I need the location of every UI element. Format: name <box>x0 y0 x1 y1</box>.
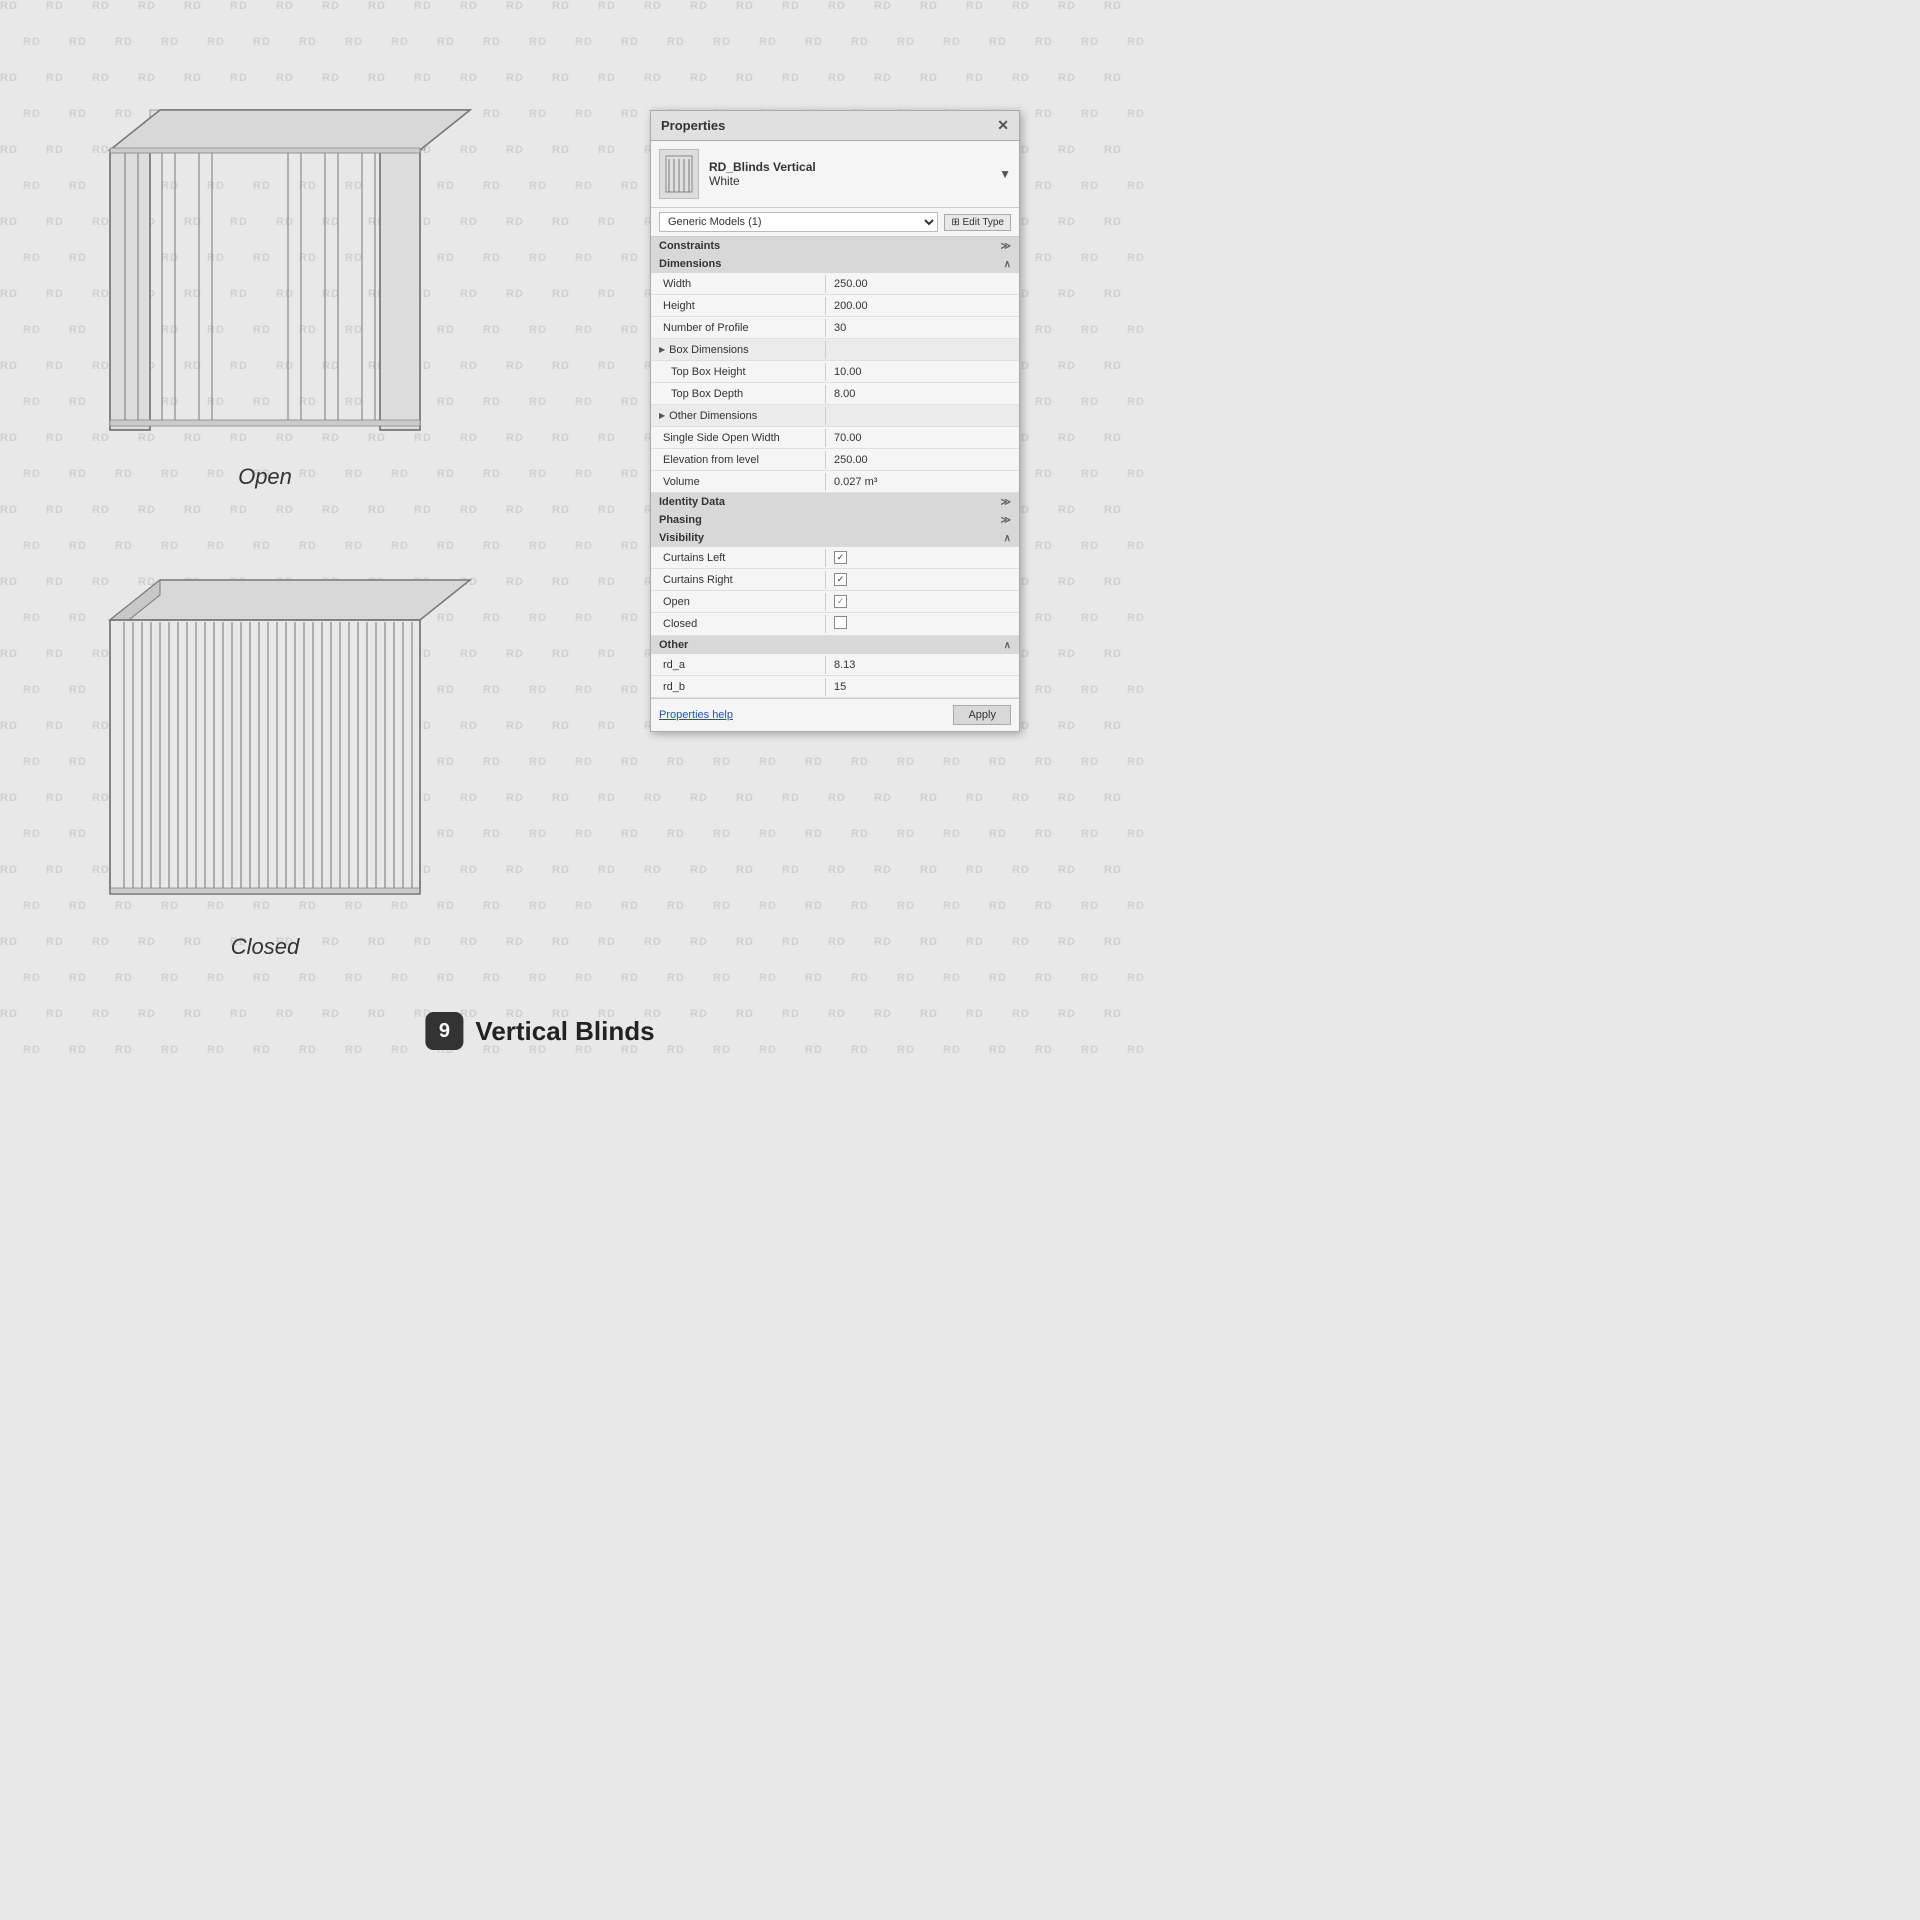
single-side-open-width-value[interactable]: 70.00 <box>826 429 1019 447</box>
visibility-label: Visibility <box>659 532 704 544</box>
number-badge: 9 <box>425 1012 463 1050</box>
blind-open-svg <box>50 60 480 500</box>
footer-title: Vertical Blinds <box>475 1016 654 1047</box>
open-label: Open <box>238 464 292 490</box>
volume-value: 0.027 m³ <box>826 473 1019 491</box>
object-name: RD_Blinds Vertical <box>709 160 999 174</box>
type-row: Generic Models (1) ⊞ Edit Type <box>651 208 1019 237</box>
curtains-right-value[interactable] <box>826 570 1019 589</box>
panel-bottom: Properties help Apply <box>651 698 1019 731</box>
elevation-label: Elevation from level <box>651 451 826 469</box>
constraints-label: Constraints <box>659 240 720 252</box>
panel-title: Properties <box>661 118 725 133</box>
top-box-height-value[interactable]: 10.00 <box>826 363 1019 381</box>
number-of-profile-label: Number of Profile <box>651 319 826 337</box>
closed-checkbox[interactable] <box>834 616 847 629</box>
curtains-right-row: Curtains Right <box>651 569 1019 591</box>
rd-b-label: rd_b <box>651 678 826 696</box>
open-value[interactable] <box>826 592 1019 611</box>
object-thumbnail <box>659 149 699 199</box>
constraints-section-header: Constraints ≫ <box>651 237 1019 255</box>
rd-b-value[interactable]: 15 <box>826 678 1019 696</box>
other-section-header: Other ∧ <box>651 636 1019 654</box>
curtains-left-checkbox[interactable] <box>834 551 847 564</box>
rd-a-value[interactable]: 8.13 <box>826 656 1019 674</box>
height-row: Height 200.00 <box>651 295 1019 317</box>
top-box-depth-row: Top Box Depth 8.00 <box>651 383 1019 405</box>
rd-b-row: rd_b 15 <box>651 676 1019 698</box>
number-of-profile-row: Number of Profile 30 <box>651 317 1019 339</box>
height-value[interactable]: 200.00 <box>826 297 1019 315</box>
top-box-height-row: Top Box Height 10.00 <box>651 361 1019 383</box>
object-subname: White <box>709 174 999 188</box>
diagrams-area: Open <box>30 40 520 1020</box>
properties-panel: Properties ✕ RD_Blinds Vertical White ▼ <box>650 110 1020 732</box>
curtains-left-label: Curtains Left <box>651 549 826 567</box>
box-dimensions-label: Box Dimensions <box>669 344 748 356</box>
object-row: RD_Blinds Vertical White ▼ <box>651 141 1019 208</box>
other-label: Other <box>659 639 688 651</box>
other-collapse-icon[interactable]: ∧ <box>1004 640 1011 651</box>
footer: 9 Vertical Blinds <box>425 1012 654 1050</box>
identity-data-section-header: Identity Data ≫ <box>651 493 1019 511</box>
closed-value[interactable] <box>826 613 1019 635</box>
height-label: Height <box>651 297 826 315</box>
elevation-row: Elevation from level 250.00 <box>651 449 1019 471</box>
volume-row: Volume 0.027 m³ <box>651 471 1019 493</box>
top-box-depth-label: Top Box Depth <box>651 385 826 403</box>
box-dimensions-row[interactable]: ▶ Box Dimensions <box>651 339 1019 361</box>
curtains-left-value[interactable] <box>826 548 1019 567</box>
dimensions-label: Dimensions <box>659 258 721 270</box>
blind-open-container: Open <box>50 60 480 500</box>
closed-label-prop: Closed <box>651 615 826 633</box>
width-value[interactable]: 250.00 <box>826 275 1019 293</box>
phasing-label: Phasing <box>659 514 702 526</box>
open-row: Open <box>651 591 1019 613</box>
blind-closed-svg <box>50 530 480 970</box>
top-box-height-label: Top Box Height <box>651 363 826 381</box>
object-info: RD_Blinds Vertical White <box>709 160 999 188</box>
blind-closed-container: Closed <box>50 530 480 970</box>
box-dimensions-expand: ▶ Box Dimensions <box>651 341 826 359</box>
main-content: // Generate watermark RD text const wbg … <box>0 0 1080 1080</box>
edit-type-button[interactable]: ⊞ Edit Type <box>944 214 1011 231</box>
open-checkbox[interactable] <box>834 595 847 608</box>
other-dimensions-label: Other Dimensions <box>669 410 757 422</box>
volume-label: Volume <box>651 473 826 491</box>
closed-label: Closed <box>231 934 299 960</box>
other-dimensions-row[interactable]: ▶ Other Dimensions <box>651 405 1019 427</box>
rd-a-label: rd_a <box>651 656 826 674</box>
width-label: Width <box>651 275 826 293</box>
curtains-right-label: Curtains Right <box>651 571 826 589</box>
panel-header: Properties ✕ <box>651 111 1019 141</box>
phasing-collapse-icon[interactable]: ≫ <box>1001 515 1011 526</box>
elevation-value[interactable]: 250.00 <box>826 451 1019 469</box>
dimensions-section-header: Dimensions ∧ <box>651 255 1019 273</box>
apply-button[interactable]: Apply <box>953 705 1011 725</box>
top-box-depth-value[interactable]: 8.00 <box>826 385 1019 403</box>
type-selector[interactable]: Generic Models (1) <box>659 212 938 232</box>
single-side-open-width-row: Single Side Open Width 70.00 <box>651 427 1019 449</box>
rd-a-row: rd_a 8.13 <box>651 654 1019 676</box>
single-side-open-width-label: Single Side Open Width <box>651 429 826 447</box>
phasing-section-header: Phasing ≫ <box>651 511 1019 529</box>
width-row: Width 250.00 <box>651 273 1019 295</box>
other-dimensions-expand: ▶ Other Dimensions <box>651 407 826 425</box>
dimensions-collapse-icon[interactable]: ∧ <box>1004 259 1011 270</box>
curtains-left-row: Curtains Left <box>651 547 1019 569</box>
open-label-prop: Open <box>651 593 826 611</box>
identity-data-label: Identity Data <box>659 496 725 508</box>
visibility-collapse-icon[interactable]: ∧ <box>1004 533 1011 544</box>
number-of-profile-value[interactable]: 30 <box>826 319 1019 337</box>
constraints-collapse-icon[interactable]: ≫ <box>1001 241 1011 252</box>
closed-row: Closed <box>651 613 1019 636</box>
properties-help-link[interactable]: Properties help <box>659 709 733 721</box>
dropdown-arrow-icon: ▼ <box>999 167 1011 181</box>
curtains-right-checkbox[interactable] <box>834 573 847 586</box>
close-button[interactable]: ✕ <box>997 117 1009 134</box>
visibility-section-header: Visibility ∧ <box>651 529 1019 547</box>
other-expand-triangle-icon: ▶ <box>659 411 665 420</box>
identity-data-collapse-icon[interactable]: ≫ <box>1001 497 1011 508</box>
expand-triangle-icon: ▶ <box>659 345 665 354</box>
